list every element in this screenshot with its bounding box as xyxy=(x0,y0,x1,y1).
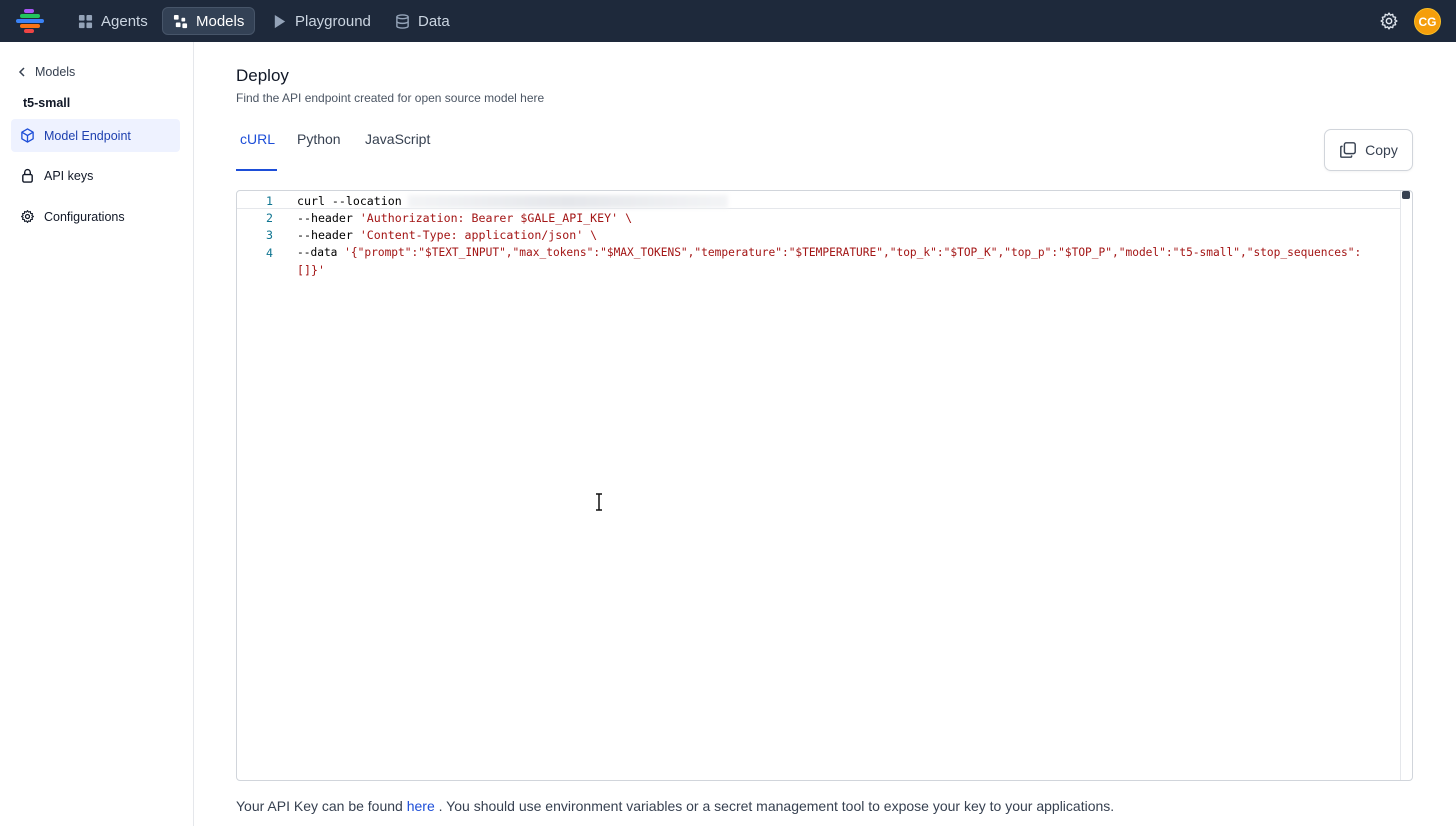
data-payload-string: '{"prompt":"$TEXT_INPUT","max_tokens":"$… xyxy=(344,246,1362,259)
content-type-string: 'Content-Type: application/json' \ xyxy=(359,228,598,242)
nav-models-label: Models xyxy=(196,12,245,30)
chevron-left-icon xyxy=(18,67,25,77)
settings-gear-icon[interactable] xyxy=(1379,11,1399,31)
code-line-3: --header 'Content-Type: application/json… xyxy=(297,228,597,242)
line-number: 4 xyxy=(266,246,273,260)
header-flag: --header xyxy=(297,228,360,242)
api-key-note: Your API Key can be found here . You sho… xyxy=(236,798,1114,814)
line-number: 3 xyxy=(266,228,273,242)
nav-data-label: Data xyxy=(418,12,450,30)
tab-python[interactable]: Python xyxy=(297,131,341,171)
tab-curl[interactable]: cURL xyxy=(240,131,275,171)
api-key-note-text: Your API Key can be found xyxy=(236,798,407,814)
app-logo[interactable] xyxy=(16,9,46,33)
curl-command: curl --location xyxy=(297,194,402,208)
copy-button[interactable]: Copy xyxy=(1324,129,1413,171)
model-name-heading: t5-small xyxy=(23,96,71,110)
nav-agents-label: Agents xyxy=(101,12,148,30)
play-icon xyxy=(274,14,286,28)
sidebar: Models t5-small Model Endpoint API keys … xyxy=(0,42,194,826)
nav-playground-label: Playground xyxy=(295,12,371,30)
copy-icon xyxy=(1340,142,1357,158)
models-icon xyxy=(173,14,188,28)
code-line-4: --data '{"prompt":"$TEXT_INPUT","max_tok… xyxy=(297,246,1361,259)
user-avatar[interactable]: CG xyxy=(1414,8,1441,35)
nav-playground[interactable]: Playground xyxy=(262,7,381,35)
lock-icon xyxy=(22,168,33,183)
code-editor[interactable]: 1 curl --location 2 --header 'Authorizat… xyxy=(236,190,1413,781)
page-title: Deploy xyxy=(236,66,289,85)
sidebar-item-label: Model Endpoint xyxy=(44,128,131,143)
scrollbar-thumb[interactable] xyxy=(1402,191,1410,199)
back-to-models-link[interactable]: Models xyxy=(18,65,75,79)
editor-scrollbar[interactable] xyxy=(1400,191,1412,780)
auth-header-string: 'Authorization: Bearer $GALE_API_KEY' \ xyxy=(359,211,633,225)
code-line-2: --header 'Authorization: Bearer $GALE_AP… xyxy=(297,211,632,225)
nav-agents[interactable]: Agents xyxy=(68,7,158,35)
top-navigation-bar: Agents Models Playground Data CG xyxy=(0,0,1456,42)
api-key-note-text-end: . You should use environment variables o… xyxy=(434,798,1115,814)
code-line-1: curl --location xyxy=(297,194,728,208)
back-link-label: Models xyxy=(35,65,76,79)
text-cursor-icon xyxy=(596,493,602,511)
database-icon xyxy=(396,13,409,29)
copy-button-label: Copy xyxy=(1365,142,1398,158)
tab-javascript[interactable]: JavaScript xyxy=(365,131,430,171)
line-number: 1 xyxy=(266,194,273,208)
cube-icon xyxy=(21,128,34,143)
header-flag: --header xyxy=(297,211,360,225)
nav-data[interactable]: Data xyxy=(385,7,460,35)
redacted-url xyxy=(407,195,728,208)
data-flag: --data xyxy=(297,246,345,259)
grid-icon xyxy=(78,14,93,28)
page-subtitle: Find the API endpoint created for open s… xyxy=(236,91,545,105)
sidebar-item-model-endpoint[interactable]: Model Endpoint xyxy=(11,119,180,152)
line-number: 2 xyxy=(266,211,273,225)
sidebar-item-configurations[interactable]: Configurations xyxy=(11,200,180,233)
active-tab-indicator xyxy=(236,169,277,171)
api-key-here-link[interactable]: here xyxy=(407,798,435,814)
code-line-4-wrap: []}' xyxy=(297,263,325,277)
nav-models[interactable]: Models xyxy=(162,7,256,35)
gear-icon xyxy=(21,210,34,223)
sidebar-item-label: Configurations xyxy=(44,209,125,224)
sidebar-item-label: API keys xyxy=(44,168,94,183)
sidebar-item-api-keys[interactable]: API keys xyxy=(11,159,180,192)
